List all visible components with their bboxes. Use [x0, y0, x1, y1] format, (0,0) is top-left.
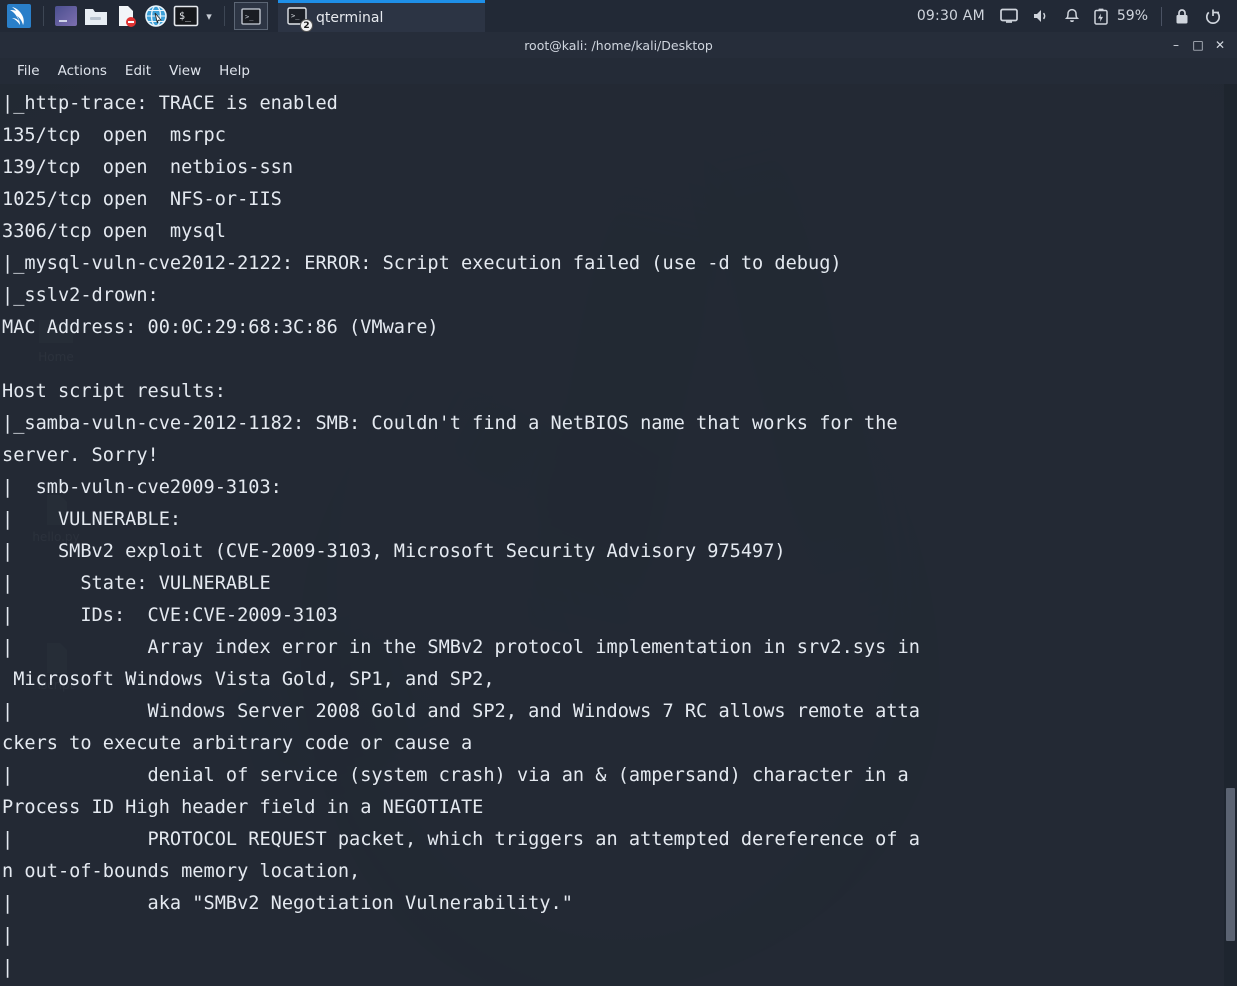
- terminal-line: |_http-trace: TRACE is enabled: [2, 93, 338, 114]
- terminal-line: |_mysql-vuln-cve2012-2122: ERROR: Script…: [2, 253, 842, 274]
- terminal-line: Microsoft Windows Vista Gold, SP1, and S…: [2, 669, 495, 690]
- terminal-line: Host script results:: [2, 381, 226, 402]
- volume-icon[interactable]: [1025, 0, 1057, 32]
- terminal-line: MAC Address: 00:0C:29:68:3C:86 (VMware): [2, 317, 439, 338]
- menu-item-file[interactable]: File: [8, 60, 49, 82]
- svg-text:>_: >_: [245, 13, 254, 21]
- window-controls: – □ ✕: [1165, 32, 1237, 58]
- window-count-badge: 2: [300, 19, 313, 32]
- chevron-down-icon[interactable]: ▾: [201, 2, 217, 30]
- terminal-line: 1025/tcp open NFS-or-IIS: [2, 189, 282, 210]
- terminal-line: |_sslv2-drown:: [2, 285, 159, 306]
- maximize-button[interactable]: □: [1187, 32, 1209, 58]
- minimize-button[interactable]: –: [1165, 32, 1187, 58]
- terminal-line: | smb-vuln-cve2009-3103:: [2, 477, 282, 498]
- terminal-line: 135/tcp open msrpc: [2, 125, 226, 146]
- svg-text:$_: $_: [179, 11, 192, 22]
- terminal-line: |_samba-vuln-cve-2012-1182: SMB: Couldn'…: [2, 413, 898, 434]
- battery-icon[interactable]: [1087, 0, 1115, 32]
- file-manager-icon[interactable]: [81, 1, 111, 31]
- panel-separator-1: [43, 6, 44, 26]
- terminal-output-area[interactable]: |_http-trace: TRACE is enabled 135/tcp op…: [0, 84, 1237, 986]
- terminal-line: |: [2, 957, 14, 978]
- terminal-line: | VULNERABLE:: [2, 509, 182, 530]
- terminal-emulator-icon[interactable]: [51, 1, 81, 31]
- show-desktop-button[interactable]: >_: [234, 2, 268, 30]
- kali-menu-icon[interactable]: [2, 1, 36, 31]
- terminal-line: Process ID High header field in a NEGOTI…: [2, 797, 484, 818]
- menu-item-view[interactable]: View: [160, 60, 210, 82]
- terminal-line: | IDs: CVE:CVE-2009-3103: [2, 605, 338, 626]
- terminal-line: | aka "SMBv2 Negotiation Vulnerability.": [2, 893, 573, 914]
- terminal-line: | SMBv2 exploit (CVE-2009-3103, Microsof…: [2, 541, 786, 562]
- taskbar-item-qterminal[interactable]: >_ 2 qterminal: [278, 0, 485, 32]
- menu-bar: File Actions Edit View Help: [0, 58, 1237, 84]
- menu-item-actions[interactable]: Actions: [49, 60, 116, 82]
- tray-separator: [1161, 6, 1162, 26]
- terminal-line: ckers to execute arbitrary code or cause…: [2, 733, 473, 754]
- logout-icon[interactable]: [1197, 0, 1229, 32]
- terminal-text: |_http-trace: TRACE is enabled 135/tcp op…: [2, 88, 1237, 984]
- bell-icon[interactable]: [1057, 0, 1087, 32]
- terminal-line: 139/tcp open netbios-ssn: [2, 157, 294, 178]
- text-editor-icon[interactable]: [111, 1, 141, 31]
- terminal-line: | PROTOCOL REQUEST packet, which trigger…: [2, 829, 920, 850]
- terminal-line: 3306/tcp open mysql: [2, 221, 226, 242]
- terminal-window: root@kali: /home/kali/Desktop – □ ✕ File…: [0, 32, 1237, 986]
- terminal-scrollbar-thumb[interactable]: [1226, 787, 1235, 941]
- terminal-scrollbar[interactable]: [1224, 84, 1237, 986]
- system-tray: 09:30 AM 59%: [913, 0, 1237, 32]
- taskbar-panel: $_ ▾ >_ >_ 2 qterminal 09:30 AM 59%: [0, 0, 1237, 32]
- lock-icon[interactable]: [1167, 0, 1197, 32]
- window-titlebar[interactable]: root@kali: /home/kali/Desktop – □ ✕: [0, 32, 1237, 58]
- terminal-line: | Array index error in the SMBv2 protoco…: [2, 637, 920, 658]
- terminal-line: | denial of service (system crash) via a…: [2, 765, 909, 786]
- terminal-line: server. Sorry!: [2, 445, 159, 466]
- svg-text:>_: >_: [291, 12, 300, 20]
- taskbar-item-label: qterminal: [316, 9, 384, 26]
- clock[interactable]: 09:30 AM: [913, 0, 993, 32]
- window-title: root@kali: /home/kali/Desktop: [524, 37, 713, 53]
- close-button[interactable]: ✕: [1209, 32, 1231, 58]
- battery-percent: 59%: [1116, 8, 1148, 24]
- menu-item-edit[interactable]: Edit: [116, 60, 160, 82]
- terminal-line: | Windows Server 2008 Gold and SP2, and …: [2, 701, 920, 722]
- root-terminal-icon[interactable]: $_: [171, 1, 201, 31]
- panel-separator-2: [224, 6, 225, 26]
- terminal-line: n out-of-bounds memory location,: [2, 861, 361, 882]
- menu-item-help[interactable]: Help: [210, 60, 259, 82]
- terminal-line: | State: VULNERABLE: [2, 573, 271, 594]
- terminal-line: |: [2, 925, 14, 946]
- web-browser-icon[interactable]: [141, 1, 171, 31]
- display-icon[interactable]: [993, 0, 1025, 32]
